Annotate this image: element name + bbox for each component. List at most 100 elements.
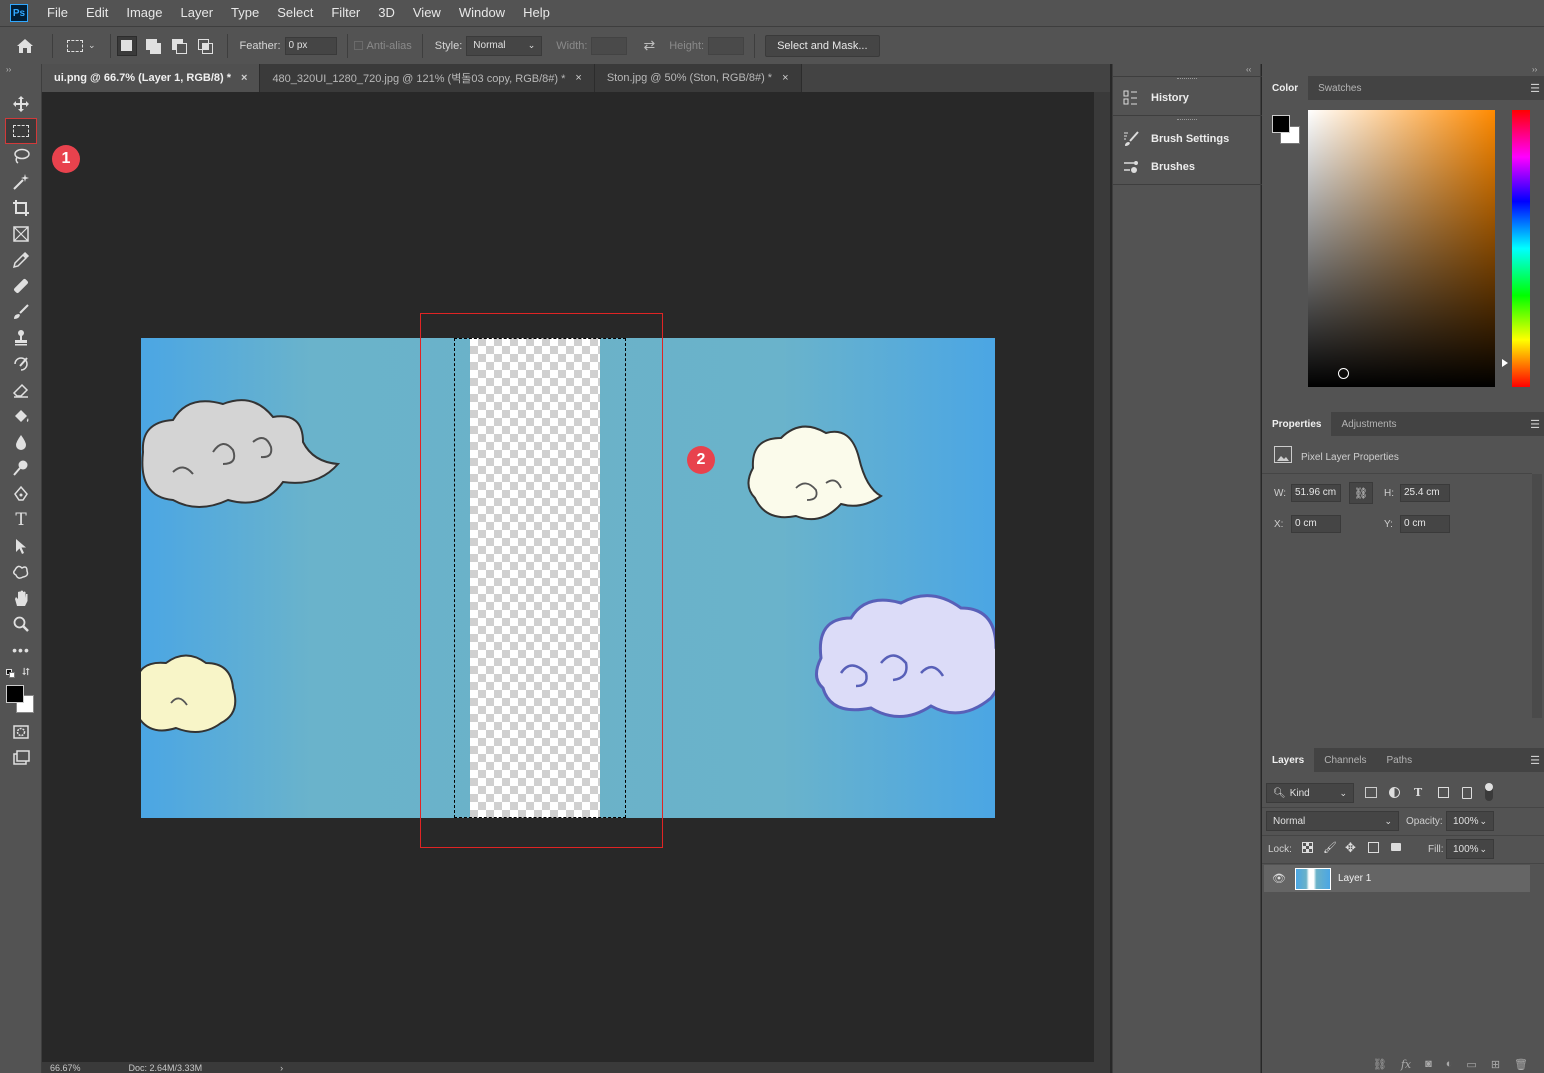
add-mask-icon[interactable]: ◙ <box>1425 1058 1432 1070</box>
lasso-tool[interactable] <box>5 144 37 168</box>
trash-icon[interactable]: 🗑︎ <box>1514 1058 1528 1071</box>
layer-row-layer-1[interactable]: 👁︎ Layer 1 <box>1264 865 1530 892</box>
eyedropper-tool[interactable] <box>5 248 37 272</box>
filter-shape-icon[interactable] <box>1438 787 1449 798</box>
menu-edit[interactable]: Edit <box>77 0 117 26</box>
menu-3d[interactable]: 3D <box>369 0 404 26</box>
hand-tool[interactable] <box>5 586 37 610</box>
close-icon[interactable]: × <box>782 72 788 84</box>
menu-filter[interactable]: Filter <box>322 0 369 26</box>
menu-file[interactable]: File <box>38 0 77 26</box>
pen-tool[interactable] <box>5 482 37 506</box>
filter-adjustment-icon[interactable] <box>1389 787 1400 798</box>
color-picker-field[interactable] <box>1308 110 1495 387</box>
tab-ui-png[interactable]: ui.png @ 66.7% (Layer 1, RGB/8) * × <box>42 64 261 92</box>
tab-paths[interactable]: Paths <box>1377 748 1423 772</box>
hue-slider[interactable] <box>1512 110 1530 387</box>
select-and-mask-button[interactable]: Select and Mask... <box>765 34 880 57</box>
tab-adjustments[interactable]: Adjustments <box>1331 412 1406 436</box>
magic-wand-tool[interactable] <box>5 170 37 194</box>
clone-stamp-tool[interactable] <box>5 326 37 350</box>
panel-collapse-icon[interactable]: ›› <box>1532 65 1537 74</box>
tab-480-320ui[interactable]: 480_320UI_1280_720.jpg @ 121% (벽돌03 copy… <box>260 64 595 92</box>
menu-image[interactable]: Image <box>117 0 171 26</box>
color-picker-cursor[interactable] <box>1338 368 1349 379</box>
menu-window[interactable]: Window <box>450 0 514 26</box>
style-dropdown[interactable]: Normal ⌄ <box>466 35 543 56</box>
foreground-color-swatch[interactable] <box>6 685 24 703</box>
eraser-tool[interactable] <box>5 378 37 402</box>
panel-collapse-icon[interactable]: ‹‹ <box>1246 65 1251 74</box>
lock-artboard-icon[interactable] <box>1368 842 1379 853</box>
close-icon[interactable]: × <box>241 72 247 84</box>
move-tool[interactable] <box>5 92 37 116</box>
lock-transparent-icon[interactable] <box>1302 842 1313 853</box>
quick-mask-button[interactable] <box>5 720 37 744</box>
custom-shape-tool[interactable] <box>5 560 37 584</box>
width-input[interactable] <box>591 36 628 55</box>
frame-tool[interactable] <box>5 222 37 246</box>
tab-layers[interactable]: Layers <box>1262 748 1315 772</box>
vertical-scrollbar[interactable] <box>1094 92 1110 1062</box>
properties-scrollbar[interactable] <box>1532 474 1542 718</box>
tab-swatches[interactable]: Swatches <box>1308 76 1371 100</box>
feather-input[interactable] <box>284 36 337 55</box>
adjustment-layer-icon[interactable]: ◐ <box>1446 1058 1453 1070</box>
lock-image-brush-icon[interactable]: 🖌︎ <box>1323 841 1337 854</box>
home-icon[interactable] <box>16 38 34 54</box>
menu-layer[interactable]: Layer <box>172 0 223 26</box>
panel-menu-icon[interactable]: ☰ <box>1530 418 1540 431</box>
panel-collapse-icon[interactable]: ›› <box>6 65 11 74</box>
healing-brush-tool[interactable] <box>5 274 37 298</box>
filter-type-icon[interactable]: T <box>1414 786 1422 799</box>
history-brush-tool[interactable] <box>5 352 37 376</box>
status-arrow[interactable]: › <box>280 1063 283 1073</box>
lock-all-icon[interactable] <box>1391 843 1401 851</box>
color-foreground-swatch[interactable] <box>1272 115 1290 133</box>
history-panel-button[interactable]: History <box>1121 85 1256 111</box>
filter-pixel-icon[interactable] <box>1365 787 1377 798</box>
canvas-area[interactable]: 2 <box>42 92 1094 1062</box>
new-group-icon[interactable]: ▭ <box>1466 1058 1476 1071</box>
menu-view[interactable]: View <box>404 0 450 26</box>
panel-menu-icon[interactable]: ☰ <box>1530 82 1540 95</box>
blend-mode-dropdown[interactable]: Normal ⌄ <box>1266 811 1399 831</box>
zoom-readout[interactable]: 66.67% <box>50 1063 81 1073</box>
tab-ston-jpg[interactable]: Ston.jpg @ 50% (Ston, RGB/8#) * × <box>594 64 802 92</box>
filter-toggle-icon[interactable] <box>1485 783 1493 801</box>
menu-type[interactable]: Type <box>222 0 268 26</box>
y-field[interactable]: 0 cm <box>1400 515 1450 533</box>
menu-help[interactable]: Help <box>514 0 559 26</box>
screen-mode-button[interactable] <box>5 746 37 770</box>
brush-tool[interactable] <box>5 300 37 324</box>
tab-channels[interactable]: Channels <box>1314 748 1376 772</box>
marquee-preset-picker[interactable]: ⌄ <box>67 39 96 52</box>
tab-color[interactable]: Color <box>1262 76 1309 100</box>
dodge-tool[interactable] <box>5 456 37 480</box>
layer-filter-dropdown[interactable]: 🔍︎ Kind ⌄ <box>1266 783 1354 803</box>
link-dimensions-button[interactable]: ⛓ <box>1349 482 1373 504</box>
default-colors-icon[interactable] <box>6 669 15 678</box>
crop-tool[interactable] <box>5 196 37 220</box>
new-selection-button[interactable] <box>116 35 137 56</box>
hue-slider-pointer-icon[interactable] <box>1502 359 1508 367</box>
opacity-field[interactable]: 100% ⌄ <box>1446 811 1494 831</box>
antialias-checkbox[interactable] <box>353 41 363 50</box>
width-field[interactable]: 51.96 cm <box>1291 484 1341 502</box>
panel-menu-icon[interactable]: ☰ <box>1530 754 1540 767</box>
edit-toolbar-button[interactable]: ••• <box>5 638 37 662</box>
eye-icon[interactable]: 👁︎ <box>1272 872 1288 885</box>
swap-colors-icon[interactable]: ⮃ <box>22 667 30 678</box>
link-layers-icon[interactable]: ⛓ <box>1373 1058 1387 1071</box>
tab-properties[interactable]: Properties <box>1262 412 1332 436</box>
brush-settings-panel-button[interactable]: Brush Settings <box>1121 126 1256 152</box>
fx-icon[interactable]: fx <box>1401 1058 1411 1071</box>
rect-marquee-tool[interactable] <box>5 118 37 144</box>
menu-select[interactable]: Select <box>268 0 322 26</box>
add-selection-button[interactable] <box>143 36 163 56</box>
x-field[interactable]: 0 cm <box>1291 515 1341 533</box>
intersect-selection-button[interactable] <box>195 36 215 56</box>
zoom-tool[interactable] <box>5 612 37 636</box>
brushes-panel-button[interactable]: Brushes <box>1121 154 1256 180</box>
height-input[interactable] <box>708 36 745 55</box>
